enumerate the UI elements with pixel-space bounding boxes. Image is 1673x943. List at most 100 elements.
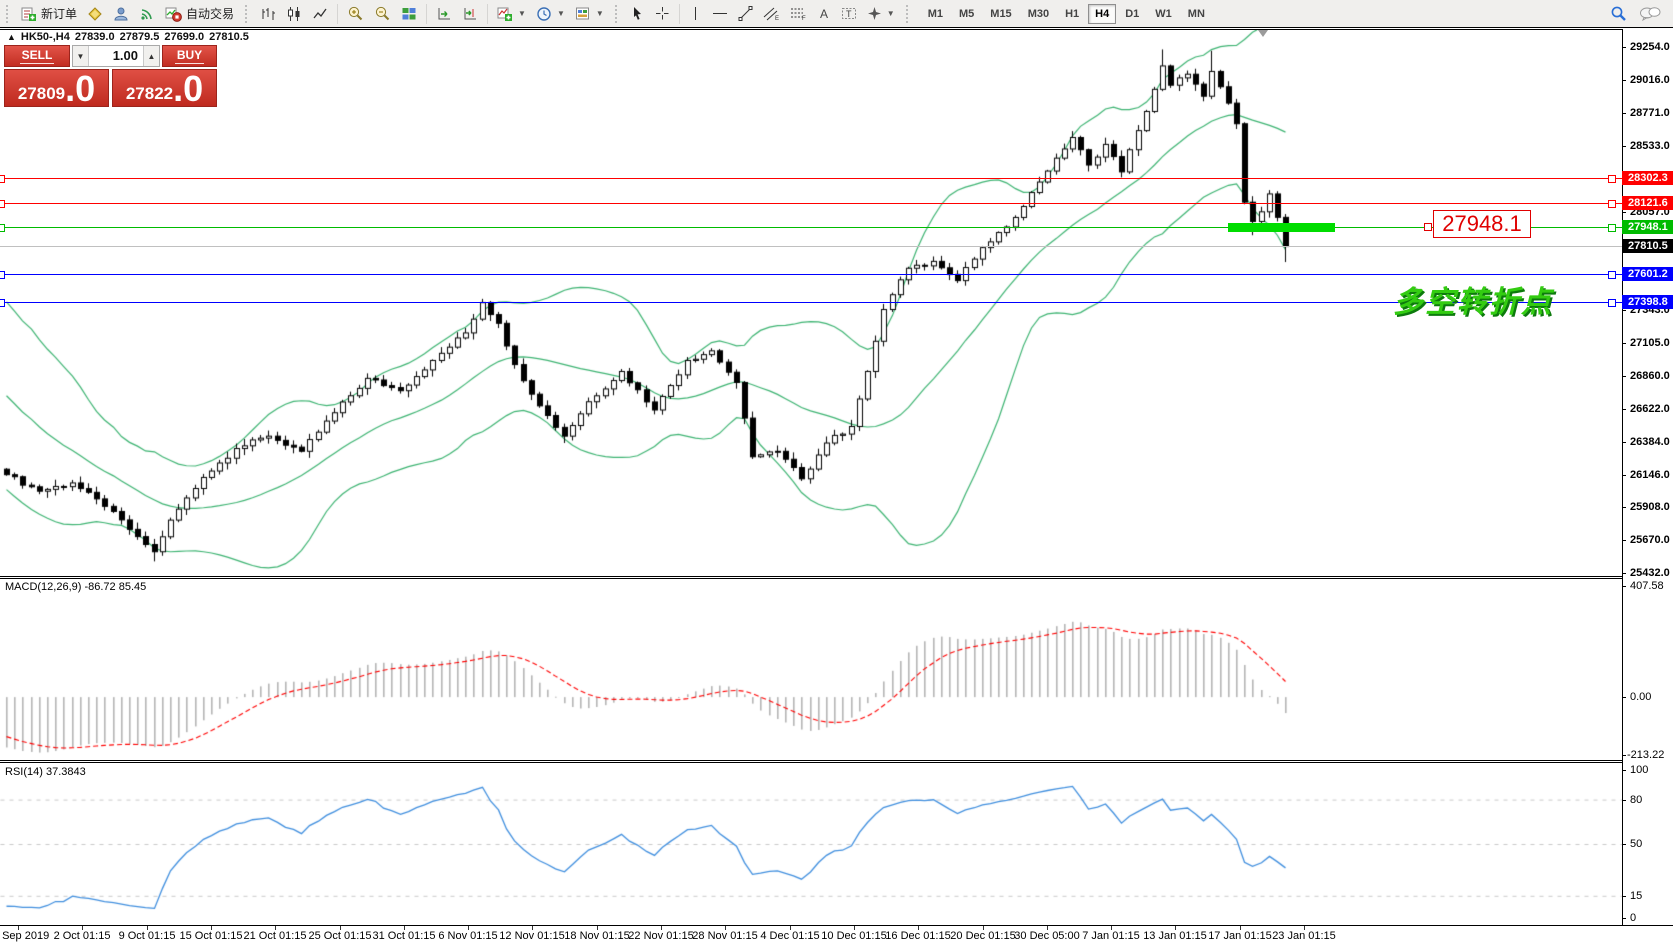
chart-line-button[interactable] <box>307 1 333 26</box>
fibonacci-icon: F <box>790 6 807 21</box>
text-button[interactable]: A <box>812 1 836 26</box>
new-order-button[interactable]: 新订单 <box>16 1 82 26</box>
hline-support[interactable] <box>0 302 1622 303</box>
crosshair-button[interactable] <box>650 1 675 26</box>
chart-bars-button[interactable] <box>255 1 281 26</box>
line-handle[interactable] <box>0 200 5 208</box>
time-axis-label: 22 Nov 01:15 <box>628 930 693 942</box>
line-handle[interactable] <box>0 175 5 183</box>
volume-input[interactable]: 1.00 <box>89 46 143 66</box>
macd-canvas[interactable] <box>0 579 1622 760</box>
timeframe-M1[interactable]: M1 <box>921 4 950 24</box>
horizontal-line-button[interactable] <box>707 1 733 26</box>
search-icon[interactable] <box>1610 5 1627 22</box>
time-axis-label: 25 Sep 2019 <box>0 930 49 942</box>
price-tag-support: 27398.8 <box>1622 295 1673 309</box>
vertical-line-button[interactable] <box>684 1 707 26</box>
timeframe-H4[interactable]: H4 <box>1088 4 1116 24</box>
auto-scroll-button[interactable] <box>431 1 457 26</box>
chart-shift-button[interactable] <box>457 1 483 26</box>
symbol-period-label: HK50-,H4 <box>21 31 70 43</box>
channel-button[interactable]: E <box>758 1 785 26</box>
autotrading-icon <box>165 6 182 22</box>
timeframe-D1[interactable]: D1 <box>1118 4 1146 24</box>
signals-icon <box>139 6 155 22</box>
time-axis-label: 2 Oct 01:15 <box>54 930 111 942</box>
turning-point-label[interactable]: 多空转折点 <box>1393 277 1553 321</box>
chart-shift-marker-icon[interactable] <box>1258 30 1268 37</box>
autotrading-button[interactable]: 自动交易 <box>160 1 239 26</box>
community-button[interactable] <box>108 1 134 26</box>
price-tick-dash <box>1622 475 1626 476</box>
trendline-button[interactable] <box>733 1 758 26</box>
timeframe-W1[interactable]: W1 <box>1148 4 1179 24</box>
signals-button[interactable] <box>134 1 160 26</box>
main-chart-canvas[interactable] <box>0 30 1622 576</box>
buy-price-box[interactable]: 27822 .0 <box>112 69 217 107</box>
price-tick-dash <box>1622 540 1626 541</box>
cursor-button[interactable] <box>625 1 650 26</box>
timeframe-MN[interactable]: MN <box>1181 4 1212 24</box>
line-handle[interactable] <box>1608 299 1616 307</box>
price-tick-dash <box>1622 573 1626 574</box>
tile-windows-button[interactable] <box>396 1 422 26</box>
line-handle[interactable] <box>1608 224 1616 232</box>
hline-support[interactable] <box>0 274 1622 275</box>
timeframe-H1[interactable]: H1 <box>1058 4 1086 24</box>
volume-decrease-button[interactable]: ▼ <box>73 46 89 66</box>
line-handle[interactable] <box>1608 200 1616 208</box>
rsi-canvas[interactable] <box>0 763 1622 925</box>
price-tick-dash <box>1622 113 1626 114</box>
svg-text:T: T <box>846 9 852 19</box>
sell-price-box[interactable]: 27809 .0 <box>4 69 109 107</box>
close-value: 27810.5 <box>209 31 249 43</box>
text-icon: A <box>817 6 831 21</box>
fibonacci-button[interactable]: F <box>785 1 812 26</box>
collapse-triangle-icon[interactable]: ▲ <box>7 32 16 42</box>
rsi-level-label: 100 <box>1630 764 1648 776</box>
zoom-in-button[interactable] <box>342 1 369 26</box>
time-axis-label: 13 Jan 01:15 <box>1143 930 1207 942</box>
macd-axis-max: 407.58 <box>1630 580 1664 592</box>
time-axis-label: 7 Jan 01:15 <box>1082 930 1140 942</box>
timeframe-M30[interactable]: M30 <box>1021 4 1056 24</box>
hline-resistance[interactable] <box>0 178 1622 179</box>
arrows-button[interactable]: ▼ <box>862 1 900 26</box>
price-tag-key-level: 27948.1 <box>1622 220 1673 234</box>
price-tick-dash <box>1622 409 1626 410</box>
line-handle[interactable] <box>0 271 5 279</box>
chart-candles-button[interactable] <box>281 1 307 26</box>
sell-price-pips: .0 <box>65 74 95 104</box>
hline-resistance[interactable] <box>0 203 1622 204</box>
toolbar-grip <box>615 5 621 23</box>
buy-button[interactable]: BUY <box>162 45 217 67</box>
time-axis-label: 31 Oct 01:15 <box>373 930 436 942</box>
chat-icon[interactable] <box>1639 5 1661 22</box>
hline-key-level[interactable] <box>0 227 1622 228</box>
sell-button[interactable]: SELL <box>4 45 70 67</box>
highlight-bar[interactable] <box>1228 223 1335 232</box>
zoom-out-button[interactable] <box>369 1 396 26</box>
indicators-button[interactable]: ▼ <box>492 1 531 26</box>
callout-handle[interactable] <box>1424 223 1432 231</box>
metaeditor-button[interactable] <box>82 1 108 26</box>
price-callout-box[interactable]: 27948.1 <box>1433 210 1531 238</box>
timeframe-M5[interactable]: M5 <box>952 4 981 24</box>
line-handle[interactable] <box>1608 271 1616 279</box>
price-tag-resistance: 28302.3 <box>1622 171 1673 185</box>
templates-button[interactable]: ▼ <box>570 1 609 26</box>
hline-current-price[interactable] <box>0 246 1622 247</box>
rsi-level-label: 0 <box>1630 912 1636 924</box>
timeframe-M15[interactable]: M15 <box>983 4 1018 24</box>
line-handle[interactable] <box>0 224 5 232</box>
volume-increase-button[interactable]: ▲ <box>143 46 159 66</box>
text-label-button[interactable]: T <box>836 1 862 26</box>
periods-button[interactable]: ▼ <box>531 1 570 26</box>
line-handle[interactable] <box>1608 175 1616 183</box>
dropdown-caret-icon: ▼ <box>557 9 565 18</box>
price-tick: 29254.0 <box>1630 41 1670 53</box>
svg-text:A: A <box>820 7 828 21</box>
chart-line-icon <box>312 6 328 22</box>
price-tick: 25908.0 <box>1630 501 1670 513</box>
line-handle[interactable] <box>0 299 5 307</box>
